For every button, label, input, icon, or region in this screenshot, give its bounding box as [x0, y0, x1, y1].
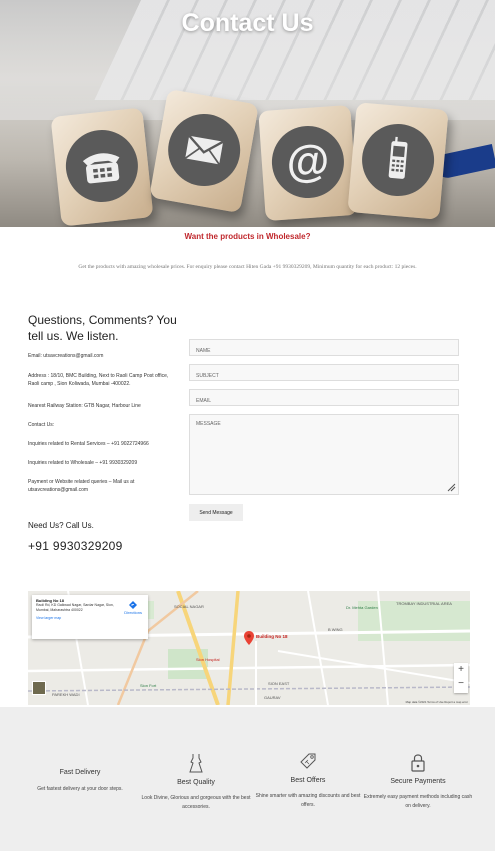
feature-title: Fast Delivery — [59, 769, 101, 776]
name-input[interactable] — [189, 339, 459, 356]
page-title: Contact Us — [181, 9, 314, 37]
map-place-card: Building No 18 Raoli Rd, KD Gaikwad Naga… — [32, 595, 148, 639]
zoom-in-button[interactable]: + — [454, 663, 468, 677]
telephone-icon — [62, 126, 142, 206]
wholesale-text: Get the products with amazing wholesale … — [78, 264, 417, 270]
feature-fast-delivery: Fast Delivery Get fastest delivery at yo… — [25, 769, 135, 794]
mobile-phone-icon — [359, 121, 438, 200]
view-larger-map-link[interactable]: View larger map — [36, 616, 144, 621]
map-pin-icon[interactable] — [244, 631, 254, 645]
contact-railway: Nearest Railway Station: GTB Nagar, Harb… — [28, 403, 141, 409]
map-label-dr-mehta: Dr. Mehta Garden — [346, 605, 378, 610]
dress-icon — [189, 754, 203, 773]
zoom-out-button[interactable]: − — [454, 677, 468, 691]
contact-wholesale: Inquiries related to Wholesale – +91 993… — [28, 460, 138, 466]
lock-icon — [411, 754, 425, 772]
map-label-trombay: TROMBAY INDUSTRIAL AREA — [396, 601, 452, 606]
contact-us-label: Contact Us: — [28, 422, 55, 428]
at-cube: @ — [258, 104, 358, 222]
contact-heading: Questions, Comments? You tell us. We lis… — [28, 313, 177, 343]
tag-icon — [300, 753, 316, 769]
contact-rental: Inquiries related to Rental Services – +… — [28, 441, 149, 447]
message-textarea[interactable] — [189, 414, 459, 495]
feature-best-quality: Best Quality Look Divine, Glorious and g… — [141, 753, 251, 812]
feature-desc: Get fastest delivery at your door steps. — [37, 786, 123, 792]
map-zoom-controls: + − — [454, 663, 468, 693]
map-label-sion-hospital: Sion Hospital — [196, 657, 220, 662]
envelope-icon — [162, 108, 246, 192]
send-message-button[interactable]: Send Message — [189, 504, 243, 521]
feature-secure-payments: Secure Payments Extremely easy payment m… — [363, 752, 473, 811]
contact-payment: Payment or Website related queries – Mai… — [28, 479, 135, 493]
hero-banner: @ Contact Us — [0, 0, 495, 227]
map-footer[interactable]: Map data ©2021 Terms of Use Report a map… — [406, 700, 468, 704]
contact-email: Email: utsavcreations@gmail.com — [28, 353, 104, 359]
mail-cube — [149, 88, 259, 214]
map-label-gaurav: GAURAV — [264, 695, 281, 700]
map-label-sion-east: SION EAST — [268, 681, 290, 686]
mobile-cube — [347, 102, 449, 220]
feature-desc: Shine smarter with amazing discounts and… — [255, 793, 361, 808]
email-input[interactable] — [189, 389, 459, 406]
directions-label: Directions — [124, 610, 142, 615]
feature-title: Best Quality — [177, 779, 215, 786]
map-label-sion-fort: Sion Fort — [140, 683, 157, 688]
directions-icon — [129, 601, 138, 609]
feature-desc: Extremely easy payment methods including… — [363, 794, 473, 809]
map-label-social-nagar: SOCIAL NAGAR — [174, 604, 204, 609]
phone-number[interactable]: +91 9930329209 — [28, 539, 123, 553]
map-label-b-wing: B WING — [328, 627, 343, 632]
subject-input[interactable] — [189, 364, 459, 381]
feature-desc: Look Divine, Glorious and gorgeous with … — [141, 795, 251, 810]
phone-cube — [50, 107, 154, 227]
contact-address: Address : 18/10, BMC Building, Next to R… — [28, 373, 169, 387]
feature-best-offers: Best Offers Shine smarter with amazing d… — [253, 751, 363, 810]
map-place-address: Raoli Rd, KD Gaikwad Nagar, Sardar Nagar… — [36, 603, 114, 612]
need-call-label: Need Us? Call Us. — [28, 521, 94, 530]
wholesale-title: Want the products in Wholesale? — [184, 232, 311, 241]
feature-title: Best Offers — [290, 777, 326, 784]
google-map[interactable]: SOCIAL NAGAR TROMBAY INDUSTRIAL AREA SIO… — [28, 591, 470, 705]
map-label-parekh-wadi: PAREKH WADI — [52, 692, 80, 697]
map-pin-label: Building No 18 — [256, 634, 288, 639]
feature-title: Secure Payments — [390, 778, 446, 785]
features-section: Fast Delivery Get fastest delivery at yo… — [0, 707, 495, 851]
resize-grip-icon[interactable] — [446, 482, 456, 492]
satellite-toggle[interactable] — [32, 681, 46, 695]
at-sign-icon: @ — [269, 123, 347, 201]
directions-button[interactable]: Directions — [124, 601, 142, 615]
